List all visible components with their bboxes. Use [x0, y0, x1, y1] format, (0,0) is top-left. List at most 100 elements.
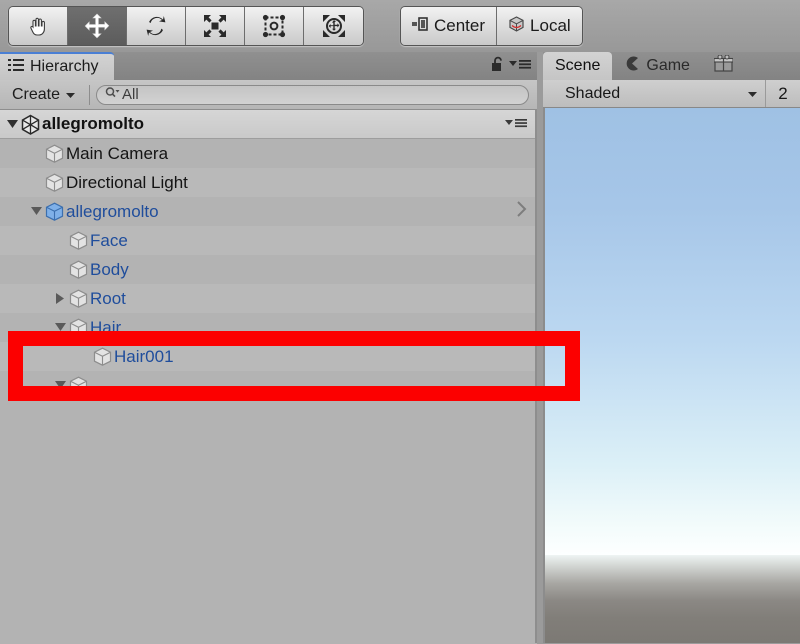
hierarchy-row-label: Main Camera — [66, 143, 169, 163]
scene-panel: Scene Game Shaded 2 — [543, 52, 800, 644]
chevron-right-icon[interactable] — [516, 201, 527, 222]
two-d-toggle-button[interactable]: 2 — [766, 80, 800, 107]
chevron-down-icon[interactable] — [28, 204, 44, 220]
hierarchy-row[interactable] — [0, 371, 537, 400]
hierarchy-panel: Hierarchy Create All allegromolto Main C… — [0, 52, 537, 644]
asset-store-gift-icon — [713, 54, 734, 77]
gameobject-cube-icon — [68, 260, 90, 280]
search-input[interactable]: All — [96, 84, 529, 105]
hierarchy-row-label: Hair — [90, 317, 122, 337]
hierarchy-row[interactable]: Body — [0, 255, 537, 284]
chevron-down-icon[interactable] — [4, 116, 20, 132]
move-tool-button[interactable] — [68, 7, 127, 45]
search-input-value: All — [122, 86, 139, 103]
hierarchy-row-label: Directional Light — [66, 172, 188, 192]
unlocked-padlock-icon[interactable] — [491, 56, 505, 77]
toolbar-divider — [89, 84, 91, 105]
hierarchy-row[interactable]: Face — [0, 226, 537, 255]
rect-tool-button[interactable] — [245, 7, 304, 45]
panel-divider — [535, 110, 537, 643]
tab-asset-store[interactable] — [702, 52, 745, 80]
pivot-rotation-label: Local — [530, 16, 571, 35]
foldout-spacer — [28, 175, 44, 191]
pivot-tools-group: Center Local — [400, 6, 583, 46]
tab-hierarchy-label: Hierarchy — [30, 58, 99, 75]
scene-tab-strip: Scene Game — [543, 52, 800, 80]
create-button[interactable]: Create — [8, 84, 83, 106]
hierarchy-row-label: Body — [90, 259, 129, 279]
ground-plane — [545, 555, 800, 643]
gameobject-cube-icon — [68, 318, 90, 338]
move-arrows-icon — [84, 13, 110, 39]
hierarchy-row-label: Hair001 — [114, 346, 174, 366]
panel-menu-icon[interactable] — [509, 57, 531, 76]
gameobject-cube-icon — [68, 289, 90, 309]
transform-tool-button[interactable] — [304, 7, 363, 45]
gameobject-cube-icon — [44, 173, 66, 193]
chevron-down-icon — [66, 86, 76, 104]
rect-transform-icon — [261, 13, 287, 39]
chevron-down-icon — [748, 85, 757, 103]
foldout-spacer — [76, 349, 92, 365]
scale-icon — [202, 13, 228, 39]
main-toolbar: Center Local — [0, 0, 800, 52]
hierarchy-rows: Main Camera Directional Light allegromolto… — [0, 139, 537, 400]
panel-menu-icon[interactable] — [505, 114, 527, 134]
foldout-spacer — [28, 146, 44, 162]
gameobject-cube-icon — [92, 347, 114, 367]
chevron-down-icon[interactable] — [52, 378, 68, 394]
gameobject-cube-icon — [44, 144, 66, 164]
pivot-mode-button[interactable]: Center — [401, 7, 498, 45]
rotate-icon — [143, 13, 169, 39]
tab-game-label: Game — [646, 57, 690, 74]
tab-scene-label: Scene — [555, 57, 601, 74]
sky-gradient — [545, 108, 800, 555]
tab-game[interactable]: Game — [612, 52, 702, 80]
pivot-rotation-button[interactable]: Local — [497, 7, 582, 45]
hierarchy-row[interactable]: Main Camera — [0, 139, 537, 168]
hierarchy-tree[interactable]: allegromolto Main Camera Directional Ligh… — [0, 110, 537, 643]
scene-root-row[interactable]: allegromolto — [0, 110, 537, 139]
foldout-spacer — [52, 233, 68, 249]
rotate-tool-button[interactable] — [127, 7, 186, 45]
unity-logo-icon — [20, 114, 42, 135]
draw-mode-dropdown[interactable]: Shaded — [543, 80, 766, 107]
hierarchy-row[interactable]: Hair001 — [0, 342, 537, 371]
hierarchy-tab-actions — [491, 52, 531, 80]
hierarchy-list-icon — [8, 58, 24, 77]
hierarchy-row-label: Root — [90, 288, 126, 308]
hierarchy-tab-strip: Hierarchy — [0, 52, 537, 80]
hierarchy-row-label: Face — [90, 230, 128, 250]
gameobject-cube-icon — [68, 376, 90, 396]
hierarchy-row[interactable]: Directional Light — [0, 168, 537, 197]
scene-viewport[interactable] — [543, 108, 800, 643]
pivot-mode-label: Center — [434, 16, 486, 35]
foldout-spacer — [52, 262, 68, 278]
chevron-right-icon[interactable] — [52, 291, 68, 307]
transform-tools-group — [8, 6, 364, 46]
tab-hierarchy[interactable]: Hierarchy — [0, 52, 115, 80]
tab-scene[interactable]: Scene — [543, 52, 613, 80]
hierarchy-row-label: allegromolto — [66, 201, 159, 221]
chevron-down-icon[interactable] — [52, 320, 68, 336]
pivot-center-icon — [412, 16, 429, 36]
two-d-label: 2 — [778, 83, 788, 103]
hierarchy-row[interactable]: Root — [0, 284, 537, 313]
unity-editor-window: Center Local Hierarchy Create All allegr… — [0, 0, 800, 644]
create-button-label: Create — [12, 85, 61, 103]
scene-view-toolbar: Shaded 2 — [543, 80, 800, 108]
game-pacman-icon — [624, 56, 639, 76]
hierarchy-row[interactable]: Hair — [0, 313, 537, 342]
local-cube-icon — [508, 15, 525, 37]
draw-mode-label: Shaded — [565, 84, 621, 102]
gameobject-cube-icon — [68, 231, 90, 251]
hierarchy-search-row: Create All — [0, 80, 537, 110]
transform-icon — [321, 13, 347, 39]
hierarchy-row[interactable]: allegromolto — [0, 197, 537, 226]
search-magnifier-icon — [105, 86, 120, 103]
hand-icon — [26, 14, 50, 38]
hand-tool-button[interactable] — [9, 7, 68, 45]
scene-root-label: allegromolto — [42, 114, 145, 133]
scale-tool-button[interactable] — [186, 7, 245, 45]
prefab-blue-cube-icon — [44, 202, 66, 222]
